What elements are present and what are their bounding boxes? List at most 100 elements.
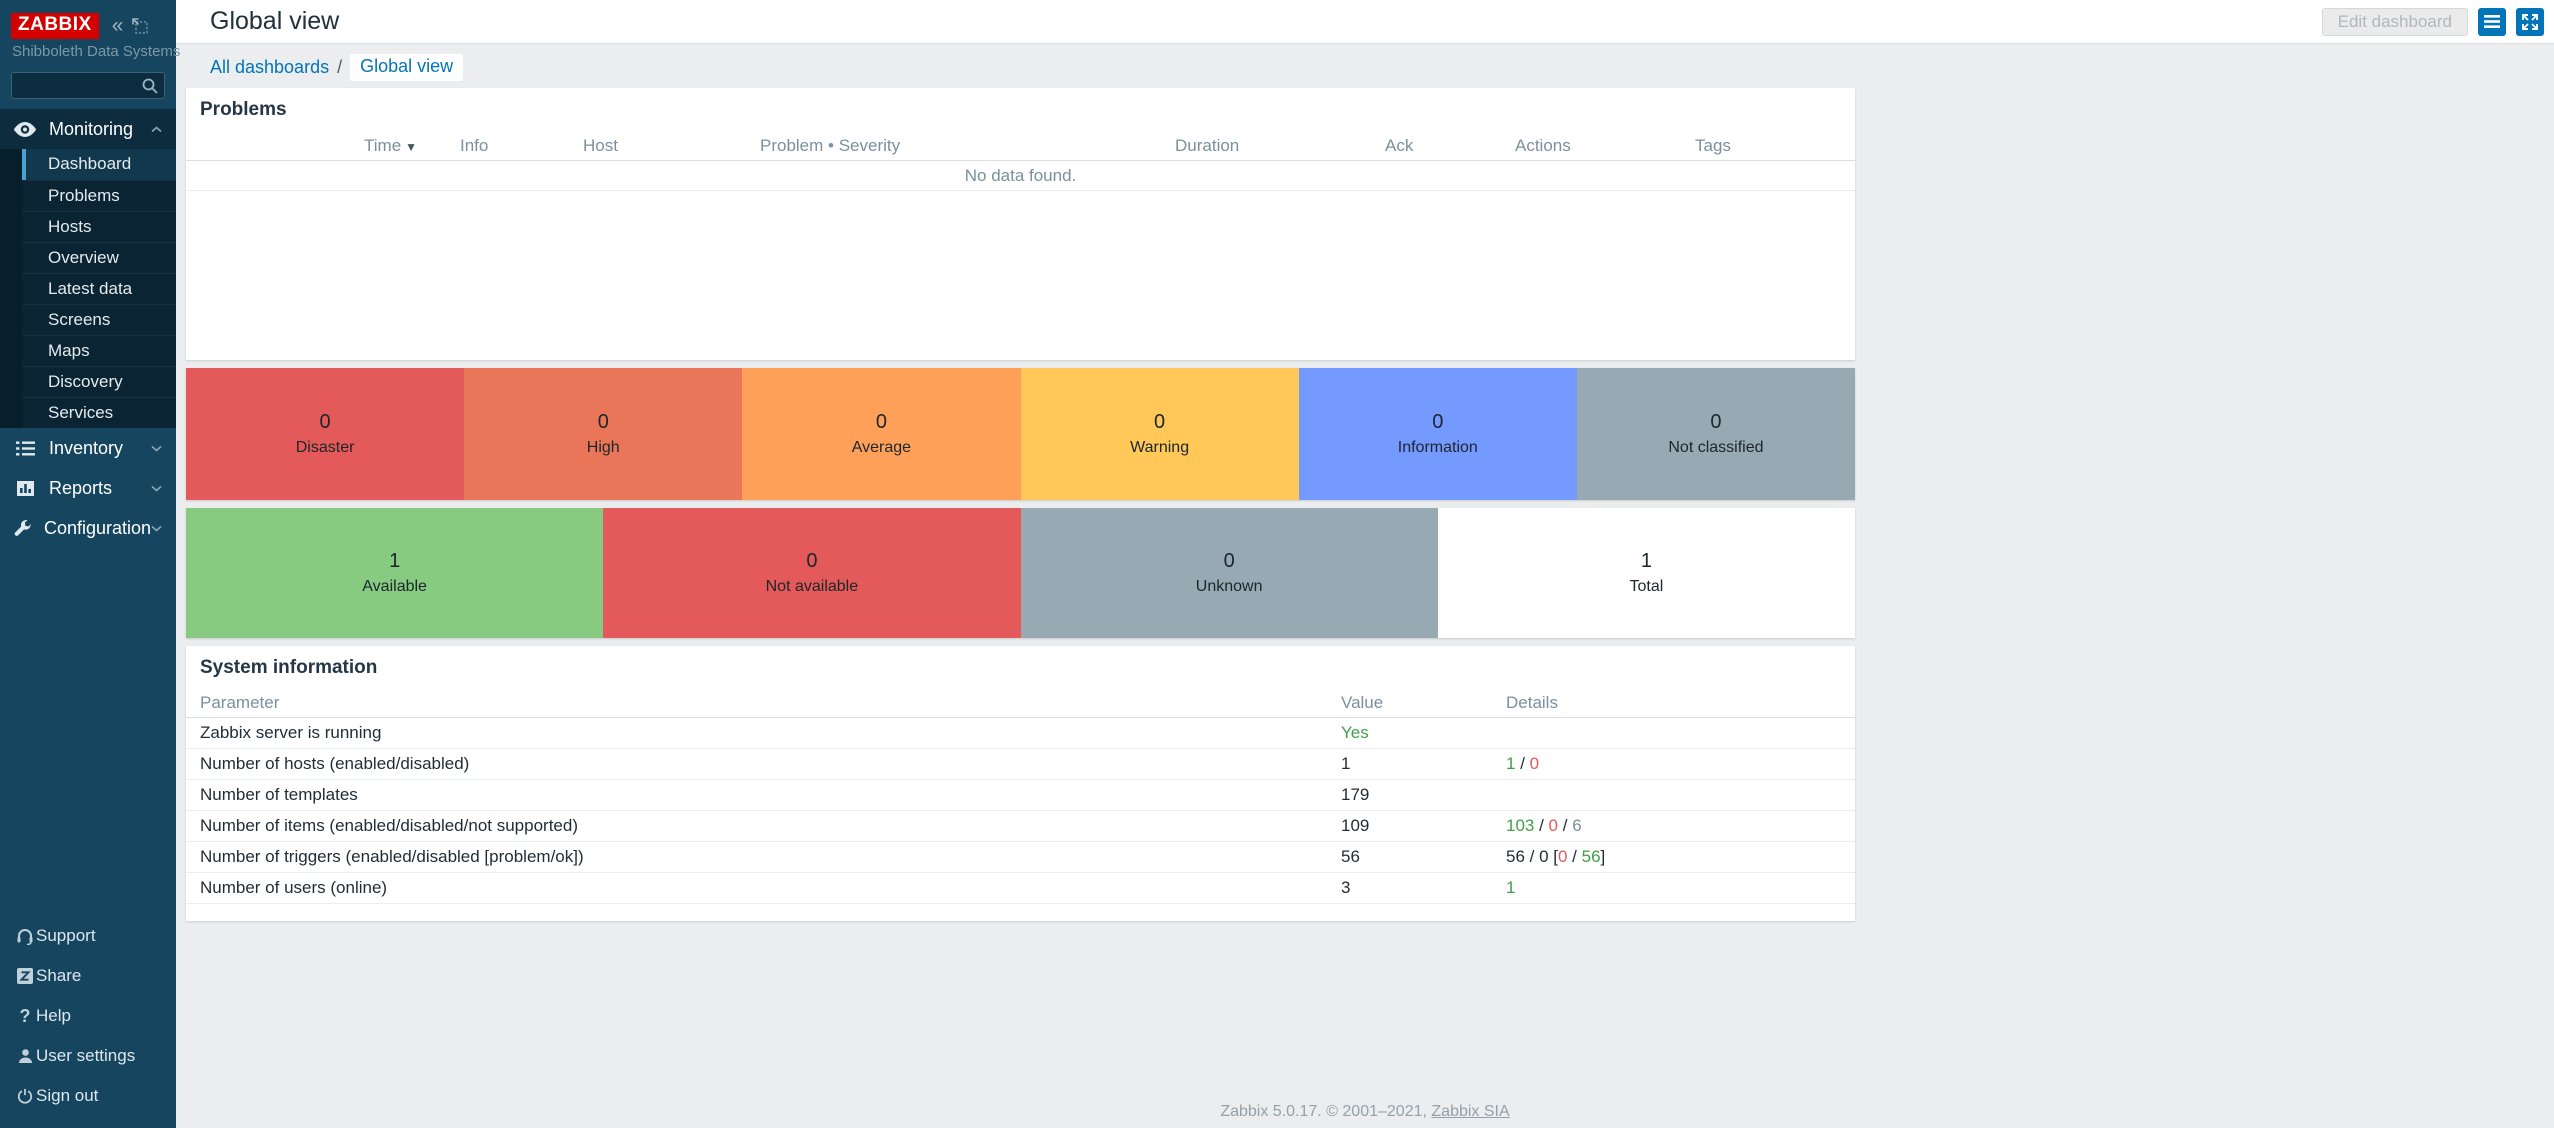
undock-sidebar-icon[interactable] bbox=[132, 18, 148, 34]
availability-label: Unknown bbox=[1196, 578, 1263, 596]
severity-cell-disaster[interactable]: 0 Disaster bbox=[186, 368, 464, 500]
breadcrumb-all-dashboards[interactable]: All dashboards bbox=[210, 57, 329, 78]
sidebar-section-label: Monitoring bbox=[49, 119, 151, 140]
eye-icon bbox=[14, 122, 36, 137]
details-segment: / bbox=[1515, 754, 1529, 773]
table-row: Number of templates 179 bbox=[186, 780, 1855, 811]
collapse-sidebar-icon[interactable]: « bbox=[112, 19, 124, 33]
sidebar-item-services[interactable]: Services bbox=[22, 397, 176, 428]
column-info: Info bbox=[460, 136, 583, 156]
sidebar-section-configuration[interactable]: Configuration bbox=[0, 508, 176, 548]
list-icon bbox=[14, 441, 36, 456]
sort-desc-icon: ▼ bbox=[405, 140, 417, 154]
sidebar-item-help[interactable]: ? Help bbox=[0, 996, 176, 1036]
sidebar-item-share[interactable]: Share bbox=[0, 956, 176, 996]
column-parameter: Parameter bbox=[200, 693, 1341, 713]
severity-count: 0 bbox=[320, 411, 331, 434]
sidebar-item-label: User settings bbox=[36, 1046, 135, 1066]
availability-label: Available bbox=[362, 578, 427, 596]
sidebar-item-discovery[interactable]: Discovery bbox=[22, 366, 176, 397]
sidebar-item-support[interactable]: Support bbox=[0, 916, 176, 956]
sidebar-item-screens[interactable]: Screens bbox=[22, 304, 176, 335]
sidebar-section-reports[interactable]: Reports bbox=[0, 468, 176, 508]
column-problem-severity: Problem • Severity bbox=[760, 136, 1175, 156]
availability-count: 0 bbox=[806, 550, 817, 573]
sidebar-section-label: Configuration bbox=[44, 518, 151, 539]
availability-cell-not-available: 0 Not available bbox=[603, 508, 1020, 638]
page-header: Global view Edit dashboard bbox=[176, 0, 2554, 44]
sidebar-item-overview[interactable]: Overview bbox=[22, 242, 176, 273]
severity-cell-warning[interactable]: 0 Warning bbox=[1021, 368, 1299, 500]
column-ack: Ack bbox=[1385, 136, 1515, 156]
problems-by-severity-widget: 0 Disaster 0 High 0 Average 0 Warning 0 bbox=[186, 368, 1855, 500]
zabbix-logo[interactable]: ZABBIX bbox=[11, 13, 99, 39]
value-cell: 179 bbox=[1341, 785, 1506, 805]
severity-cell-not-classified[interactable]: 0 Not classified bbox=[1577, 368, 1855, 500]
column-time[interactable]: Time▼ bbox=[364, 136, 460, 156]
severity-label: Disaster bbox=[296, 439, 355, 457]
details-cell: 103 / 0 / 6 bbox=[1506, 816, 1841, 836]
sidebar-section-label: Inventory bbox=[49, 438, 151, 459]
widget-title: System information bbox=[186, 646, 1855, 679]
severity-label: High bbox=[587, 439, 620, 457]
severity-count: 0 bbox=[1154, 411, 1165, 434]
widget-title: Problems bbox=[186, 88, 1855, 121]
sidebar-item-hosts[interactable]: Hosts bbox=[22, 211, 176, 242]
sidebar-header: ZABBIX « bbox=[0, 0, 176, 39]
sidebar-section-monitoring[interactable]: Monitoring bbox=[0, 109, 176, 149]
severity-count: 0 bbox=[876, 411, 887, 434]
severity-label: Information bbox=[1398, 439, 1478, 457]
sidebar-item-user-settings[interactable]: User settings bbox=[0, 1036, 176, 1076]
table-row: Number of triggers (enabled/disabled [pr… bbox=[186, 842, 1855, 873]
edit-dashboard-button[interactable]: Edit dashboard bbox=[2322, 8, 2468, 36]
main-area: Global view Edit dashboard All dashboard… bbox=[176, 0, 2554, 1128]
wrench-icon bbox=[14, 520, 31, 537]
value-cell: 109 bbox=[1341, 816, 1506, 836]
sidebar-item-dashboard[interactable]: Dashboard bbox=[22, 149, 176, 180]
zabbix-app: ZABBIX « Shibboleth Data Systems Monitor… bbox=[0, 0, 2554, 1128]
sidebar-section-inventory[interactable]: Inventory bbox=[0, 428, 176, 468]
availability-label: Not available bbox=[766, 578, 859, 596]
details-segment: 0 bbox=[1530, 754, 1539, 773]
sidebar-item-problems[interactable]: Problems bbox=[22, 180, 176, 211]
table-row: Number of users (online) 3 1 bbox=[186, 873, 1855, 904]
kiosk-mode-button[interactable] bbox=[2516, 8, 2544, 36]
breadcrumb-current[interactable]: Global view bbox=[350, 54, 463, 81]
sidebar-item-maps[interactable]: Maps bbox=[22, 335, 176, 366]
server-name: Shibboleth Data Systems bbox=[0, 39, 176, 60]
value-cell: 1 bbox=[1341, 754, 1506, 774]
value-cell: 3 bbox=[1341, 878, 1506, 898]
severity-cell-average[interactable]: 0 Average bbox=[742, 368, 1020, 500]
headset-icon bbox=[14, 928, 36, 945]
footer-zabbix-sia-link[interactable]: Zabbix SIA bbox=[1431, 1103, 1509, 1120]
value-cell: 56 bbox=[1341, 847, 1506, 867]
column-duration: Duration bbox=[1175, 136, 1385, 156]
severity-label: Not classified bbox=[1668, 439, 1763, 457]
sidebar-item-latest-data[interactable]: Latest data bbox=[22, 273, 176, 304]
severity-count: 0 bbox=[1432, 411, 1443, 434]
system-information-table: Parameter Value Details Zabbix server is… bbox=[186, 688, 1855, 904]
severity-cell-information[interactable]: 0 Information bbox=[1299, 368, 1577, 500]
user-icon bbox=[14, 1048, 36, 1064]
breadcrumb-separator: / bbox=[337, 57, 342, 78]
bar-chart-icon bbox=[14, 481, 36, 496]
sidebar-item-sign-out[interactable]: Sign out bbox=[0, 1076, 176, 1116]
column-value: Value bbox=[1341, 693, 1506, 713]
details-segment: / bbox=[1567, 847, 1581, 866]
availability-count: 1 bbox=[389, 550, 400, 573]
severity-cell-high[interactable]: 0 High bbox=[464, 368, 742, 500]
search-icon[interactable] bbox=[142, 78, 158, 94]
host-availability-widget: 1 Available 0 Not available 0 Unknown 1 … bbox=[186, 508, 1855, 638]
monitoring-submenu: Dashboard Problems Hosts Overview Latest… bbox=[0, 149, 176, 428]
severity-label: Warning bbox=[1130, 439, 1189, 457]
sidebar: ZABBIX « Shibboleth Data Systems Monitor… bbox=[0, 0, 176, 1128]
system-information-widget: System information Parameter Value Detai… bbox=[186, 646, 1855, 921]
details-segment: 6 bbox=[1572, 816, 1581, 835]
severity-count: 0 bbox=[1710, 411, 1721, 434]
parameter-cell: Number of hosts (enabled/disabled) bbox=[200, 754, 1341, 774]
dashboard-list-button[interactable] bbox=[2478, 8, 2506, 36]
sidebar-item-label: Support bbox=[36, 926, 96, 946]
parameter-cell: Zabbix server is running bbox=[200, 723, 1341, 743]
table-row: Number of items (enabled/disabled/not su… bbox=[186, 811, 1855, 842]
column-actions: Actions bbox=[1515, 136, 1695, 156]
